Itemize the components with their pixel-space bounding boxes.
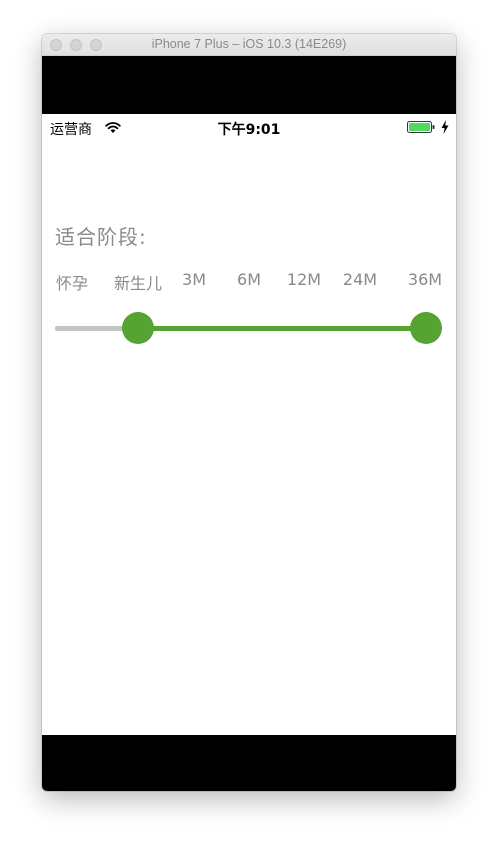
charging-bolt-icon bbox=[441, 120, 449, 134]
battery-icon bbox=[407, 121, 435, 133]
range-slider-selected-range bbox=[138, 326, 426, 331]
stage-label[interactable]: 6M bbox=[237, 270, 261, 289]
stage-label[interactable]: 12M bbox=[287, 270, 321, 289]
window-titlebar: iPhone 7 Plus – iOS 10.3 (14E269) bbox=[42, 34, 456, 56]
stage-label[interactable]: 24M bbox=[343, 270, 377, 289]
device-screen: 运营商 下午9:01 适合阶段: 怀孕 新生儿 3M 6M 12M 24M 36M bbox=[42, 114, 456, 735]
stage-label[interactable]: 36M bbox=[408, 270, 442, 289]
device-bezel-top bbox=[42, 56, 456, 114]
simulator-window: iPhone 7 Plus – iOS 10.3 (14E269) 运营商 下午… bbox=[42, 34, 456, 791]
stage-label[interactable]: 怀孕 bbox=[56, 270, 88, 294]
stage-label[interactable]: 3M bbox=[182, 270, 206, 289]
stage-label[interactable]: 新生儿 bbox=[114, 270, 162, 294]
stage-picker-title: 适合阶段: bbox=[55, 225, 147, 249]
status-time: 下午9:01 bbox=[217, 122, 281, 138]
status-bar: 运营商 下午9:01 bbox=[42, 114, 456, 140]
range-slider-max-thumb[interactable] bbox=[410, 312, 442, 344]
device-bezel-bottom bbox=[42, 735, 456, 791]
range-slider-min-thumb[interactable] bbox=[122, 312, 154, 344]
window-title: iPhone 7 Plus – iOS 10.3 (14E269) bbox=[151, 37, 347, 51]
